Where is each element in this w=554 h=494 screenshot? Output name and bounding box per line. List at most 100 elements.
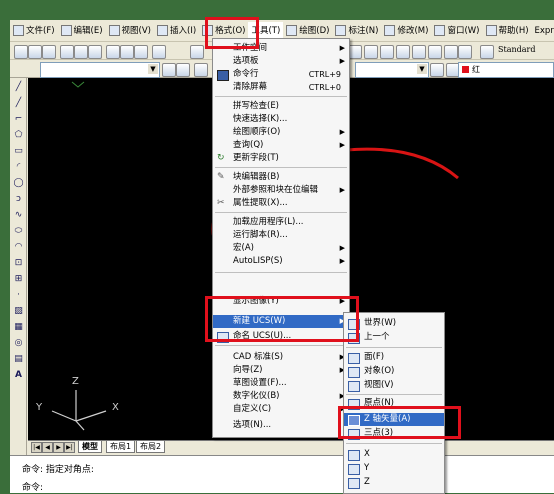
y-rotate-icon bbox=[348, 464, 360, 475]
preview-icon[interactable] bbox=[74, 45, 88, 59]
menu-item-inquiry[interactable]: 查询(Q) ▶ bbox=[213, 139, 349, 152]
menu-draw[interactable]: 绘图(D) bbox=[283, 22, 332, 40]
menu-item-clean-screen[interactable]: 清除屏幕 CTRL+0 bbox=[213, 81, 349, 94]
zoom-previous-icon[interactable] bbox=[380, 45, 394, 59]
menu-item-draw-order[interactable]: 绘图顺序(O) ▶ bbox=[213, 126, 349, 139]
revision-cloud-icon[interactable]: ↄ bbox=[13, 194, 24, 205]
menu-item-wizards[interactable]: 向导(Z)▶ bbox=[213, 364, 349, 377]
table-icon[interactable]: ▤ bbox=[13, 354, 24, 365]
text-style-name[interactable]: Standard bbox=[498, 45, 535, 54]
tool-palette-icon[interactable] bbox=[428, 45, 442, 59]
menu-item-cad-standards[interactable]: CAD 标准(S)▶ bbox=[213, 351, 349, 364]
paste-icon[interactable] bbox=[134, 45, 148, 59]
menu-dimension[interactable]: 标注(N) bbox=[332, 22, 381, 40]
open-icon[interactable] bbox=[28, 45, 42, 59]
ucs-item-x[interactable]: X bbox=[344, 448, 444, 461]
prev-tab-icon[interactable]: ◀ bbox=[42, 442, 53, 453]
ucs-item-face[interactable]: 面(F) bbox=[344, 351, 444, 364]
hatch-icon[interactable]: ▨ bbox=[13, 306, 24, 317]
help-icon[interactable] bbox=[458, 45, 472, 59]
ucs-item-world[interactable]: 世界(W) bbox=[344, 317, 444, 330]
color-combo[interactable]: 红 bbox=[458, 62, 554, 78]
spline-icon[interactable]: ∿ bbox=[13, 210, 24, 221]
properties-icon[interactable] bbox=[396, 45, 410, 59]
zoom-icon[interactable] bbox=[348, 45, 362, 59]
circle-icon[interactable]: ◯ bbox=[13, 178, 24, 189]
layer-previous-icon[interactable] bbox=[176, 63, 190, 77]
match-properties-icon[interactable] bbox=[152, 45, 166, 59]
last-tab-icon[interactable]: ▶| bbox=[64, 442, 75, 453]
cut-icon[interactable] bbox=[106, 45, 120, 59]
submenu-arrow-icon: ▶ bbox=[339, 141, 345, 149]
menu-window[interactable]: 窗口(W) bbox=[431, 22, 482, 40]
ucs-item-object[interactable]: 对象(O) bbox=[344, 365, 444, 378]
menu-separator bbox=[346, 394, 442, 395]
menu-item-palettes[interactable]: 选项板 ▶ bbox=[213, 55, 349, 68]
tab-layout1[interactable]: 布局1 bbox=[106, 441, 136, 453]
menu-item-autolisp[interactable]: AutoLISP(S) ▶ bbox=[213, 255, 349, 268]
menu-insert[interactable]: 插入(I) bbox=[154, 22, 199, 40]
insert-block-icon[interactable]: ⊡ bbox=[13, 258, 24, 269]
menu-item-customize[interactable]: 自定义(C)▶ bbox=[213, 403, 349, 416]
menu-item-xref-edit[interactable]: 外部参照和块在位编辑 ▶ bbox=[213, 184, 349, 197]
file-icon bbox=[13, 25, 24, 36]
ucs-item-view[interactable]: 视图(V) bbox=[344, 379, 444, 392]
layer-state-combo[interactable]: ▼ bbox=[355, 62, 429, 78]
print-icon[interactable] bbox=[60, 45, 74, 59]
layer-manager-icon[interactable] bbox=[162, 63, 176, 77]
menu-express[interactable]: Express bbox=[532, 22, 554, 40]
ellipse-icon[interactable]: ⬭ bbox=[13, 226, 24, 237]
sheet-set-icon[interactable] bbox=[444, 45, 458, 59]
menu-item-command-line[interactable]: 命令行 CTRL+9 bbox=[213, 68, 349, 81]
ucs-item-y[interactable]: Y bbox=[344, 462, 444, 475]
tab-model[interactable]: 模型 bbox=[78, 441, 102, 453]
layer-tools-icon[interactable] bbox=[430, 63, 444, 77]
menu-item-block-editor[interactable]: ✎ 块编辑器(B) bbox=[213, 171, 349, 184]
pan-icon[interactable] bbox=[190, 45, 204, 59]
update-fields-icon: ↻ bbox=[217, 153, 225, 163]
menu-help[interactable]: 帮助(H) bbox=[483, 22, 532, 40]
multiline-text-icon[interactable]: A bbox=[13, 370, 24, 381]
ucs-item-z[interactable]: Z bbox=[344, 476, 444, 489]
layer-combo[interactable]: ▼ bbox=[40, 62, 160, 78]
ucs-item-previous[interactable]: 上一个 bbox=[344, 331, 444, 344]
menu-item-run-script[interactable]: 运行脚本(R)... bbox=[213, 229, 349, 242]
copy-icon[interactable] bbox=[120, 45, 134, 59]
menu-file[interactable]: 文件(F) bbox=[10, 22, 58, 40]
point-icon[interactable]: · bbox=[13, 290, 24, 301]
tab-layout2[interactable]: 布局2 bbox=[136, 441, 166, 453]
menu-item-update-fields[interactable]: ↻ 更新字段(T) bbox=[213, 152, 349, 165]
polygon-icon[interactable]: ⬠ bbox=[13, 130, 24, 141]
make-current-icon[interactable] bbox=[194, 63, 208, 77]
line-icon[interactable]: ╱ bbox=[13, 82, 24, 93]
menu-item-attribute-extract[interactable]: ✂ 属性提取(X)... bbox=[213, 197, 349, 210]
polyline-icon[interactable]: ⌐ bbox=[13, 114, 24, 125]
publish-icon[interactable] bbox=[88, 45, 102, 59]
make-block-icon[interactable]: ⊞ bbox=[13, 274, 24, 285]
design-center-icon[interactable] bbox=[412, 45, 426, 59]
menu-item-spelling[interactable]: 拼写检查(E) bbox=[213, 100, 349, 113]
gradient-icon[interactable]: ▦ bbox=[13, 322, 24, 333]
construction-line-icon[interactable]: ╱ bbox=[13, 98, 24, 109]
menu-edit[interactable]: 编辑(E) bbox=[58, 22, 106, 40]
menu-item-macro[interactable]: 宏(A) ▶ bbox=[213, 242, 349, 255]
first-tab-icon[interactable]: |◀ bbox=[31, 442, 42, 453]
new-icon[interactable] bbox=[14, 45, 28, 59]
menu-item-quick-select[interactable]: 快速选择(K)... bbox=[213, 113, 349, 126]
ellipse-arc-icon[interactable]: ◠ bbox=[13, 242, 24, 253]
menu-item-drafting-settings[interactable]: 草图设置(F)... bbox=[213, 377, 349, 390]
menu-view[interactable]: 视图(V) bbox=[106, 22, 154, 40]
command-prompt[interactable]: 命令: bbox=[22, 480, 43, 493]
arc-icon[interactable]: ◜ bbox=[13, 162, 24, 173]
next-tab-icon[interactable]: ▶ bbox=[53, 442, 64, 453]
menu-item-options[interactable]: 选项(N)... bbox=[213, 419, 349, 432]
rectangle-icon[interactable]: ▭ bbox=[13, 146, 24, 157]
save-icon[interactable] bbox=[42, 45, 56, 59]
menu-modify[interactable]: 修改(M) bbox=[381, 22, 431, 40]
zoom-window-icon[interactable] bbox=[364, 45, 378, 59]
menu-item-tablet[interactable]: 数字化仪(B)▶ bbox=[213, 390, 349, 403]
command-window[interactable]: 命令: 指定对角点: 命令: bbox=[10, 455, 554, 493]
menu-item-load-application[interactable]: 加载应用程序(L)... bbox=[213, 216, 349, 229]
annotation-box-z-axis-vector bbox=[338, 406, 461, 439]
region-icon[interactable]: ◎ bbox=[13, 338, 24, 349]
